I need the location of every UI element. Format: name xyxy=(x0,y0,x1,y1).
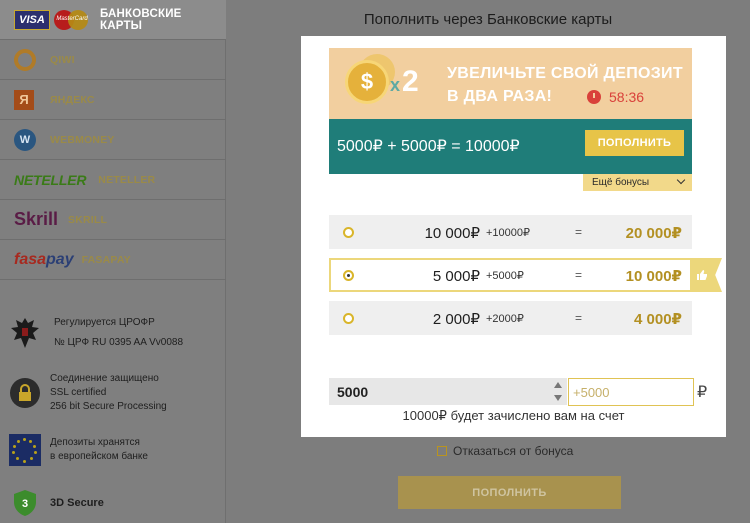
promo-banner: $ x2 УВЕЛИЧЬТЕ СВОЙ ДЕПОЗИТ В ДВА РАЗА! … xyxy=(329,48,692,119)
sidebar-item-label: ЯНДЕКС xyxy=(50,93,95,106)
sidebar-item-label: QIWI xyxy=(50,53,75,66)
checkbox[interactable] xyxy=(437,446,447,456)
sidebar-item-bank-cards[interactable]: VISA MasterCard БАНКОВСКИЕ КАРТЫ xyxy=(0,0,226,40)
ssl-line1: Соединение защищено xyxy=(50,373,159,384)
decline-bonus-label: Отказаться от бонуса xyxy=(453,444,574,458)
sidebar-item-label: FASAPAY xyxy=(81,253,131,266)
submit-topup-button[interactable]: ПОПОЛНИТЬ xyxy=(398,476,621,509)
neteller-icon: NETELLER xyxy=(14,171,87,188)
clock-icon xyxy=(587,90,601,104)
chevron-down-icon xyxy=(676,175,686,185)
radio-button-selected[interactable] xyxy=(343,270,354,281)
deposit-line1: Депозиты хранятся xyxy=(50,437,140,448)
radio-button[interactable] xyxy=(343,313,354,324)
multiplier: x2 xyxy=(390,65,419,98)
option-amount: 2 000₽ xyxy=(432,311,480,328)
amount-stepper[interactable] xyxy=(554,382,562,401)
eu-flag-icon xyxy=(6,431,44,469)
visa-mastercard-icon: VISA MasterCard xyxy=(14,8,90,32)
option-equals: = xyxy=(575,268,583,282)
sidebar-item-qiwi[interactable]: QIWI xyxy=(0,40,226,80)
credited-amount-text: 10000₽ будет зачислено вам на счет xyxy=(402,408,625,423)
sidebar-item-yandex[interactable]: Я ЯНДЕКС xyxy=(0,80,226,120)
option-total: 4 000₽ xyxy=(634,311,682,328)
option-total: 10 000₽ xyxy=(625,268,682,285)
bonus-option-5000[interactable]: 5 000₽ +5000₽ = 10 000₽ xyxy=(329,258,692,292)
option-bonus: +2000₽ xyxy=(486,313,524,325)
page-title: Пополнить через Банковские карты xyxy=(363,11,613,28)
regulation-line2: № ЦРФ RU 0395 AA Vv0088 xyxy=(54,337,184,348)
lock-icon xyxy=(6,374,44,412)
option-bonus: +5000₽ xyxy=(486,270,524,282)
thumbs-up-icon xyxy=(691,258,722,292)
ssl-line3: 256 bit Secure Processing xyxy=(50,401,167,412)
bonus-modal: $ x2 УВЕЛИЧЬТЕ СВОЙ ДЕПОЗИТ В ДВА РАЗА! … xyxy=(301,36,726,437)
3d-secure-info: 3 3D Secure xyxy=(6,484,104,522)
qiwi-icon xyxy=(14,48,36,72)
dollar-coin-icon: $ xyxy=(345,60,389,104)
option-amount: 10 000₽ xyxy=(424,225,480,242)
bonus-option-2000[interactable]: 2 000₽ +2000₽ = 4 000₽ xyxy=(329,301,692,335)
ssl-info: Соединение защищено SSL certified 256 bi… xyxy=(6,372,167,414)
3d-secure-label: 3D Secure xyxy=(50,497,104,509)
promo-topup-button[interactable]: ПОПОЛНИТЬ xyxy=(585,130,684,156)
sidebar-item-label: SKRILL xyxy=(68,213,108,226)
sidebar-item-skrill[interactable]: Skrill SKRILL xyxy=(0,200,226,240)
currency-sign: ₽ xyxy=(697,384,708,401)
promo-headline: УВЕЛИЧЬТЕ СВОЙ ДЕПОЗИТ В ДВА РАЗА! xyxy=(447,65,683,105)
promo-timer: 58:36 xyxy=(587,89,644,105)
decline-bonus-checkbox[interactable]: Отказаться от бонуса xyxy=(437,444,573,458)
sidebar-item-fasapay[interactable]: fasapay FASAPAY xyxy=(0,240,226,280)
mastercard-logo: MasterCard xyxy=(54,9,90,31)
payment-sidebar: VISA MasterCard БАНКОВСКИЕ КАРТЫ QIWI Я … xyxy=(0,0,226,523)
regulation-line1: Регулируется ЦРОФР xyxy=(54,317,155,328)
shield-icon: 3 xyxy=(6,484,44,522)
visa-logo: VISA xyxy=(14,9,50,30)
promo-equation: 5000₽ + 5000₽ = 10000₽ xyxy=(337,138,520,155)
option-total: 20 000₽ xyxy=(625,225,682,242)
svg-text:3: 3 xyxy=(22,498,28,510)
coat-of-arms-icon xyxy=(6,314,44,352)
option-amount: 5 000₽ xyxy=(432,268,480,285)
sidebar-item-neteller[interactable]: NETELLER NETELLER xyxy=(0,160,226,200)
yandex-icon: Я xyxy=(14,88,34,112)
regulation-info: Регулируется ЦРОФР № ЦРФ RU 0395 AA Vv00… xyxy=(6,314,183,352)
webmoney-icon: W xyxy=(14,128,36,152)
deposit-line2: в европейском банке xyxy=(50,451,148,462)
sidebar-item-label: БАНКОВСКИЕ КАРТЫ xyxy=(100,7,182,32)
sidebar-item-webmoney[interactable]: W WEBMONEY xyxy=(0,120,226,160)
option-bonus: +10000₽ xyxy=(486,227,531,239)
bonus-option-10000[interactable]: 10 000₽ +10000₽ = 20 000₽ xyxy=(329,215,692,249)
bonus-amount-field[interactable]: +5000 xyxy=(568,378,694,406)
more-bonuses-dropdown[interactable]: Ещё бонусы xyxy=(583,174,692,191)
promo-offer-bar: 5000₽ + 5000₽ = 10000₽ ПОПОЛНИТЬ xyxy=(329,119,692,174)
option-equals: = xyxy=(575,225,583,239)
fasapay-icon: fasapay xyxy=(14,250,74,268)
radio-button[interactable] xyxy=(343,227,354,238)
amount-input[interactable]: 5000 xyxy=(329,378,567,405)
sidebar-item-label: WEBMONEY xyxy=(50,133,115,146)
sidebar-item-label: NETELLER xyxy=(98,173,156,186)
ssl-line2: SSL certified xyxy=(50,387,107,398)
option-equals: = xyxy=(575,311,583,325)
skrill-icon: Skrill xyxy=(14,209,59,229)
deposit-info: Депозиты хранятся в европейском банке xyxy=(6,431,148,469)
